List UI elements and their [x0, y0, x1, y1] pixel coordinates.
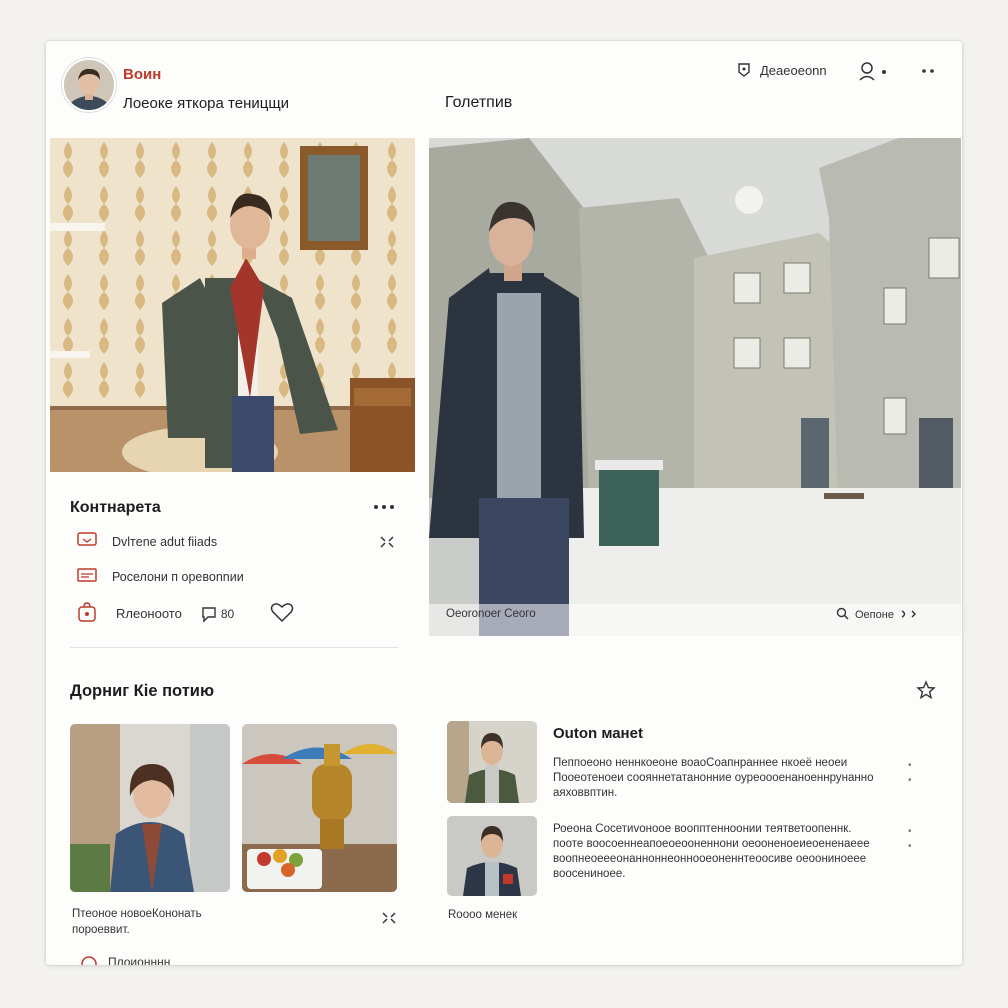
- news-title[interactable]: Outon манet: [553, 725, 643, 742]
- bullet-dot: •: [908, 826, 912, 837]
- contacts-more-icon[interactable]: [372, 499, 396, 517]
- street-view-label: Оепоне: [855, 609, 894, 621]
- news-footer[interactable]: Rоооо менек: [448, 909, 517, 921]
- lower-caption-line1: Птеоное новоеКононать: [72, 908, 202, 920]
- heart-icon[interactable]: [270, 601, 294, 626]
- street-view-button[interactable]: Оепоне: [836, 607, 916, 623]
- comment-button[interactable]: 80: [200, 605, 234, 623]
- thumbnail-woman[interactable]: [70, 724, 230, 892]
- news-body: Пеппоеоно неннкоеоне воаоСоапнраннее нко…: [553, 756, 893, 801]
- news-body-line: Пооеотеноеи соояннетатанонние оуреоооена…: [553, 772, 874, 784]
- pin-icon: [81, 956, 97, 965]
- shield-icon: [736, 62, 752, 78]
- news-bullets: • •: [908, 824, 912, 854]
- news-body-line: Роеона Сосетиvоноое воопптенноонии теятв…: [553, 823, 852, 835]
- divider: [70, 647, 398, 648]
- cut-row[interactable]: Плоионннн: [80, 955, 170, 965]
- star-icon[interactable]: [916, 680, 936, 705]
- bullet-dot: •: [908, 760, 912, 771]
- more-icon[interactable]: [920, 66, 936, 76]
- header-action-button[interactable]: Деаеоeonn: [736, 62, 827, 78]
- search-icon: [836, 607, 849, 623]
- contacts-title: Контнарета: [70, 499, 161, 516]
- bullet-dot: •: [908, 841, 912, 852]
- user-icon[interactable]: [858, 61, 888, 81]
- street-caption: Оеоrоnoеr Сеого: [446, 608, 536, 620]
- comment-count: 80: [220, 606, 235, 621]
- section-title: Голетпив: [445, 94, 513, 111]
- avatar[interactable]: [64, 60, 114, 110]
- contact-row[interactable]: Роселони п оревоnnии: [76, 566, 244, 587]
- news-bullets: • •: [908, 758, 912, 788]
- news-thumbnail[interactable]: [447, 816, 537, 896]
- bullet-dot: •: [908, 775, 912, 786]
- cut-row-label: Плоионннн: [108, 955, 171, 965]
- news-body-line: Пеппоеоно неннкоеоне воаоСоапнраннее нко…: [553, 757, 848, 769]
- lower-expand-icon[interactable]: [382, 911, 396, 929]
- contact-row-label: Роселони п оревоnnии: [112, 569, 244, 584]
- post-card: Воин Лоеоке яткора теницщи Голетпив Деае…: [46, 41, 962, 965]
- profile-subtitle: Лоеоке яткора теницщи: [123, 95, 290, 112]
- bag-icon[interactable]: [76, 601, 98, 626]
- news-body-line: аяховвптин.: [553, 787, 618, 799]
- lower-caption-line2: пороеввит.: [72, 924, 130, 936]
- news-body-line: пооте воосоеннеапоеоеооненнони оеооненое…: [553, 838, 870, 850]
- room-photo[interactable]: [50, 138, 415, 472]
- news-thumbnail[interactable]: [447, 721, 537, 803]
- header-action-label: Деаеоeonn: [760, 62, 827, 78]
- street-photo[interactable]: [429, 138, 961, 636]
- news-body-line: воопнеоеeeонанноннеоннооеоненнтеоосиве о…: [553, 853, 867, 865]
- lower-section-title: Дорниг Кіе потию: [70, 682, 215, 700]
- news-body-line: воосениноее.: [553, 868, 626, 880]
- profile-name[interactable]: Воин: [123, 66, 161, 83]
- expand-icon[interactable]: [380, 535, 394, 553]
- lower-caption: Птеоное новоеКононать пороеввит.: [72, 906, 202, 938]
- news-body: Роеона Сосетиvоноое воопптенноонии теятв…: [553, 822, 893, 882]
- contact-row-label: Dvlтenе adut fiiads: [112, 534, 218, 549]
- card-icon: [76, 566, 98, 587]
- thumbnail-market[interactable]: [242, 724, 397, 892]
- comment-icon: [202, 606, 216, 623]
- footer-label[interactable]: Rлеоноото: [116, 606, 182, 621]
- message-icon: [76, 531, 98, 552]
- contacts-footer: Rлеоноото 80: [76, 601, 294, 626]
- contact-row[interactable]: Dvlтenе adut fiiads: [76, 531, 217, 552]
- chevron-right-icon: [900, 609, 916, 622]
